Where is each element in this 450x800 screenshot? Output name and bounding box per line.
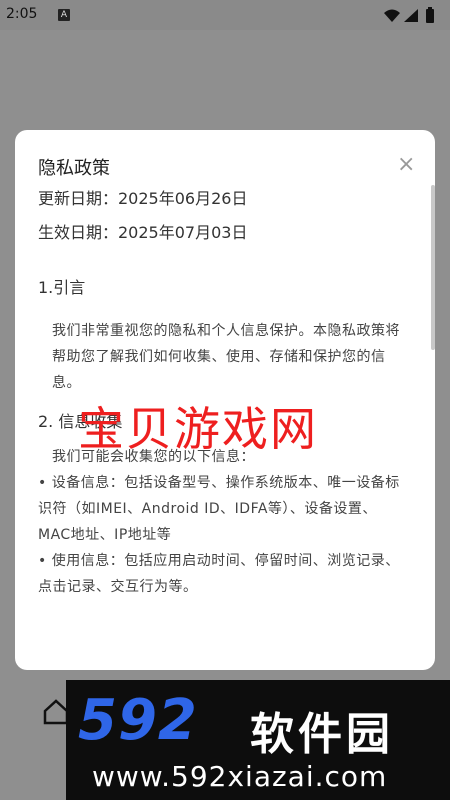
section-paragraph: 我们非常重视您的隐私和个人信息保护。本隐私政策将帮助您了解我们如何收集、使用、存… xyxy=(52,323,400,391)
dialog-content: 更新日期：2025年06月26日 生效日期：2025年07月03日 1.引言 我… xyxy=(38,182,403,600)
scrollbar[interactable] xyxy=(431,185,435,350)
close-button[interactable]: × xyxy=(397,154,415,176)
bottom-banner: 592 软件园 www.592xiazai.com xyxy=(0,680,450,800)
logo-url: www.592xiazai.com xyxy=(92,760,388,793)
section-heading: 1.引言 xyxy=(38,278,86,297)
effective-date: 生效日期：2025年07月03日 xyxy=(38,223,248,242)
section-paragraph: • 使用信息：包括应用启动时间、停留时间、浏览记录、点击记录、交互行为等。 xyxy=(38,553,400,595)
logo-name: 软件园 xyxy=(250,709,394,760)
status-bar: 2:05 A xyxy=(0,0,450,30)
battery-icon xyxy=(426,9,434,23)
dialog-title: 隐私政策 xyxy=(38,158,110,179)
notification-icon: A xyxy=(58,9,70,21)
section-paragraph: • 设备信息：包括设备型号、操作系统版本、唯一设备标识符（如IMEI、Andro… xyxy=(38,475,400,543)
status-time: 2:05 xyxy=(6,6,38,22)
watermark-text: 宝贝游戏网 xyxy=(78,402,318,456)
status-icons xyxy=(384,7,434,23)
wifi-icon xyxy=(384,9,400,22)
updated-date: 更新日期：2025年06月26日 xyxy=(38,189,248,208)
signal-icon xyxy=(404,9,418,22)
logo-number: 592 xyxy=(78,688,198,753)
